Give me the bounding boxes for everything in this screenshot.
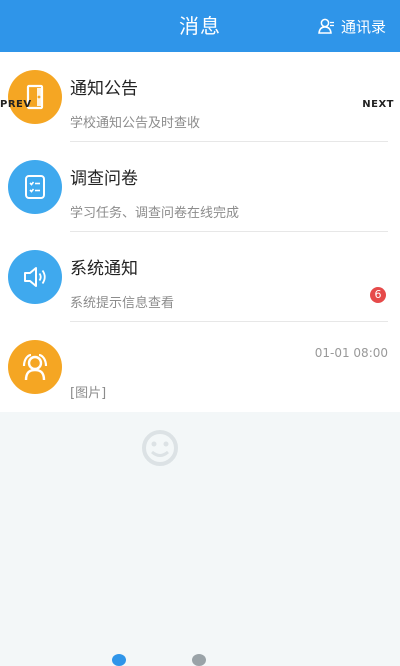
list-item-system[interactable]: 系统通知 系统提示信息查看 6 — [0, 232, 400, 322]
watermark-logo — [140, 428, 180, 477]
tab-indicator — [112, 654, 126, 666]
speaker-icon — [8, 250, 62, 304]
list-item-chat[interactable]: 01-01 08:00 [图片] — [0, 322, 400, 412]
list-item-title: 调查问卷 — [70, 169, 138, 189]
list-item-subtitle: 系统提示信息查看 — [70, 296, 175, 311]
bottom-tab-bar-edge — [0, 654, 400, 666]
app-header: 消息 通讯录 — [0, 0, 400, 52]
carousel-prev-button[interactable]: PREV — [0, 99, 32, 110]
message-list: 通知公告 学校通知公告及时查收 PREV NEXT 调查问卷 学习任务、调查问卷… — [0, 52, 400, 412]
list-item-subtitle: 学习任务、调查问卷在线完成 — [70, 206, 240, 221]
contacts-button[interactable]: 通讯录 — [318, 0, 386, 52]
list-item-time: 01-01 08:00 — [314, 346, 388, 360]
tab-indicator — [192, 654, 206, 666]
list-item-survey[interactable]: 调查问卷 学习任务、调查问卷在线完成 — [0, 142, 400, 232]
list-item-subtitle: 学校通知公告及时查收 — [70, 116, 201, 131]
survey-checklist-icon — [8, 160, 62, 214]
notice-door-icon — [8, 70, 62, 124]
list-item-notice[interactable]: 通知公告 学校通知公告及时查收 PREV NEXT — [0, 52, 400, 142]
user-avatar-icon — [8, 340, 62, 394]
carousel-next-button[interactable]: NEXT — [362, 99, 394, 110]
unread-badge: 6 — [370, 287, 386, 303]
list-item-subtitle: [图片] — [70, 386, 107, 401]
contacts-label: 通讯录 — [340, 17, 386, 36]
list-item-title: 系统通知 — [70, 259, 138, 279]
list-item-title: 通知公告 — [70, 79, 138, 99]
contacts-icon — [318, 18, 336, 34]
